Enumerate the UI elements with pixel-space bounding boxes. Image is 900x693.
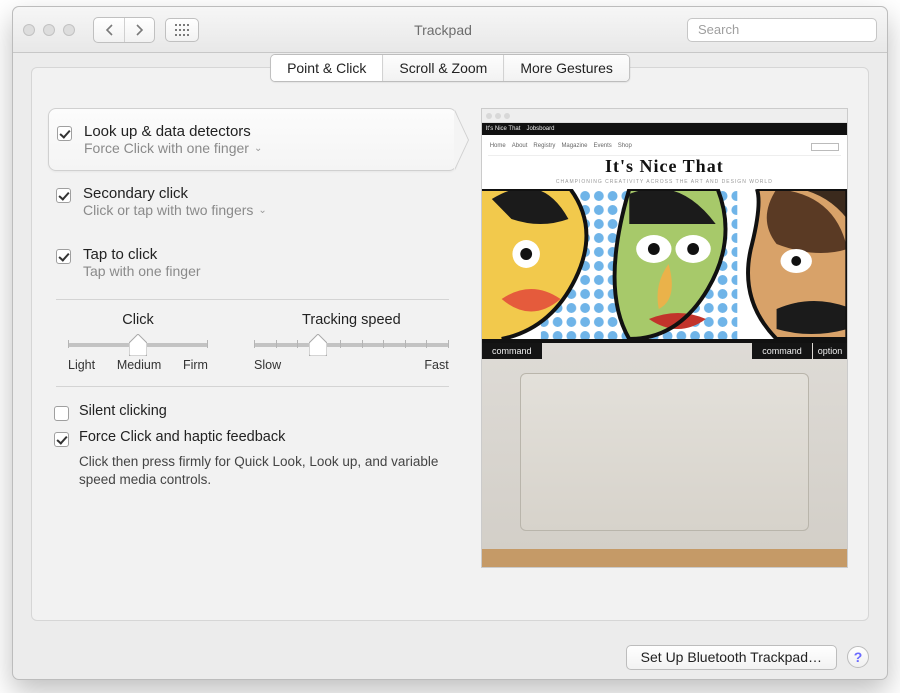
preview-menu-item: Home: [490, 143, 506, 151]
help-button[interactable]: ?: [847, 646, 869, 668]
window-title: Trackpad: [209, 22, 677, 38]
nav-back-forward: [93, 17, 155, 43]
slider-click-min: Light: [68, 358, 95, 372]
option-tap-to-click[interactable]: Tap to click Tap with one finger: [48, 232, 457, 293]
option-secondary-subtitle: Click or tap with two fingers: [83, 202, 253, 218]
preview-site-menu: Home About Registry Magazine Events Shop: [488, 141, 841, 156]
options-column: Look up & data detectors Force Click wit…: [48, 108, 457, 620]
keycap-command-left: command: [482, 343, 542, 359]
checkbox-tap-to-click[interactable]: [56, 249, 71, 264]
option-secondary-title: Secondary click: [83, 185, 267, 202]
slider-click-mid: Medium: [117, 358, 161, 372]
back-button[interactable]: [94, 18, 124, 42]
slider-click-track[interactable]: [68, 334, 208, 354]
footer: Set Up Bluetooth Trackpad… ?: [13, 635, 887, 679]
preview-site-header: Home About Registry Magazine Events Shop…: [482, 135, 847, 189]
slider-click-max: Firm: [183, 358, 208, 372]
titlebar: Trackpad: [13, 7, 887, 53]
option-lookup-subtitle: Force Click with one finger: [84, 140, 249, 156]
slider-click-thumb[interactable]: [129, 334, 147, 352]
chevron-down-icon: ⌄: [258, 205, 266, 216]
zoom-icon[interactable]: [63, 24, 75, 36]
preview-menu-item: Magazine: [561, 143, 587, 151]
slider-tracking-track[interactable]: [254, 334, 449, 354]
option-secondary-dropdown[interactable]: Click or tap with two fingers ⌄: [83, 202, 267, 218]
slider-tracking-label: Tracking speed: [302, 312, 401, 328]
option-lookup[interactable]: Look up & data detectors Force Click wit…: [48, 108, 457, 171]
preview-menu-item: Registry: [533, 143, 555, 151]
checkbox-force-click[interactable]: [54, 432, 69, 447]
trackpad-surface: [520, 373, 809, 531]
gesture-preview: It's Nice That Jobsboard Home About Regi…: [481, 108, 848, 568]
keycap-command-right: command: [752, 343, 812, 359]
slider-click: Click Light Medium Firm: [68, 312, 208, 372]
slider-click-label: Click: [122, 312, 153, 328]
preview-menu-item: About: [512, 143, 528, 151]
preview-site-strip: It's Nice That Jobsboard: [482, 123, 847, 135]
minimize-icon[interactable]: [43, 24, 55, 36]
preview-artwork: [482, 189, 847, 339]
tab-bar: Point & Click Scroll & Zoom More Gesture…: [270, 54, 630, 82]
preview-strip-right: Jobsboard: [526, 126, 554, 132]
option-force-click[interactable]: Force Click and haptic feedback: [54, 425, 451, 451]
search-input[interactable]: [698, 22, 874, 37]
preview-menu-item: Events: [593, 143, 611, 151]
silent-clicking-label: Silent clicking: [79, 403, 167, 419]
checkbox-silent-clicking[interactable]: [54, 406, 69, 421]
slider-tracking: Tracking speed Slow Fast: [254, 312, 449, 372]
window-controls: [23, 24, 75, 36]
keycap-option-right: option: [813, 343, 847, 359]
slider-tracking-min: Slow: [254, 358, 281, 372]
option-secondary-click[interactable]: Secondary click Click or tap with two fi…: [48, 171, 457, 232]
option-tap-title: Tap to click: [83, 246, 201, 263]
chevron-down-icon: ⌄: [254, 143, 262, 154]
slider-tracking-max: Fast: [424, 358, 448, 372]
slider-tracking-thumb[interactable]: [309, 334, 327, 352]
option-tap-subtitle: Tap with one finger: [83, 263, 201, 279]
preferences-window: Trackpad Point & Click Scroll & Zoom Mor…: [12, 6, 888, 680]
preview-trackpad: command command option: [482, 339, 847, 567]
option-silent-clicking[interactable]: Silent clicking: [54, 399, 451, 425]
preview-browser-chrome: [482, 109, 847, 123]
forward-button[interactable]: [124, 18, 154, 42]
preview-brand: It's Nice That: [488, 156, 841, 177]
tab-point-click[interactable]: Point & Click: [271, 55, 382, 81]
option-lookup-title: Look up & data detectors: [84, 123, 262, 140]
tab-scroll-zoom[interactable]: Scroll & Zoom: [382, 55, 503, 81]
search-field[interactable]: [687, 18, 877, 42]
show-all-button[interactable]: [165, 18, 199, 42]
force-click-label: Force Click and haptic feedback: [79, 429, 285, 445]
preview-menu-item: Shop: [618, 143, 632, 151]
checkbox-secondary-click[interactable]: [56, 188, 71, 203]
divider: [56, 386, 449, 387]
desk-surface: [482, 549, 847, 567]
option-lookup-dropdown[interactable]: Force Click with one finger ⌄: [84, 140, 262, 156]
tab-more-gestures[interactable]: More Gestures: [503, 55, 629, 81]
divider: [56, 299, 449, 300]
content-panel: Point & Click Scroll & Zoom More Gesture…: [31, 67, 869, 621]
checkbox-lookup[interactable]: [57, 126, 72, 141]
force-click-description: Click then press firmly for Quick Look, …: [79, 453, 439, 489]
close-icon[interactable]: [23, 24, 35, 36]
preview-tagline: CHAMPIONING CREATIVITY ACROSS THE ART AN…: [488, 179, 841, 185]
preview-search-box: [811, 143, 839, 151]
preview-strip-left: It's Nice That: [486, 126, 521, 132]
setup-bluetooth-button[interactable]: Set Up Bluetooth Trackpad…: [626, 645, 837, 670]
